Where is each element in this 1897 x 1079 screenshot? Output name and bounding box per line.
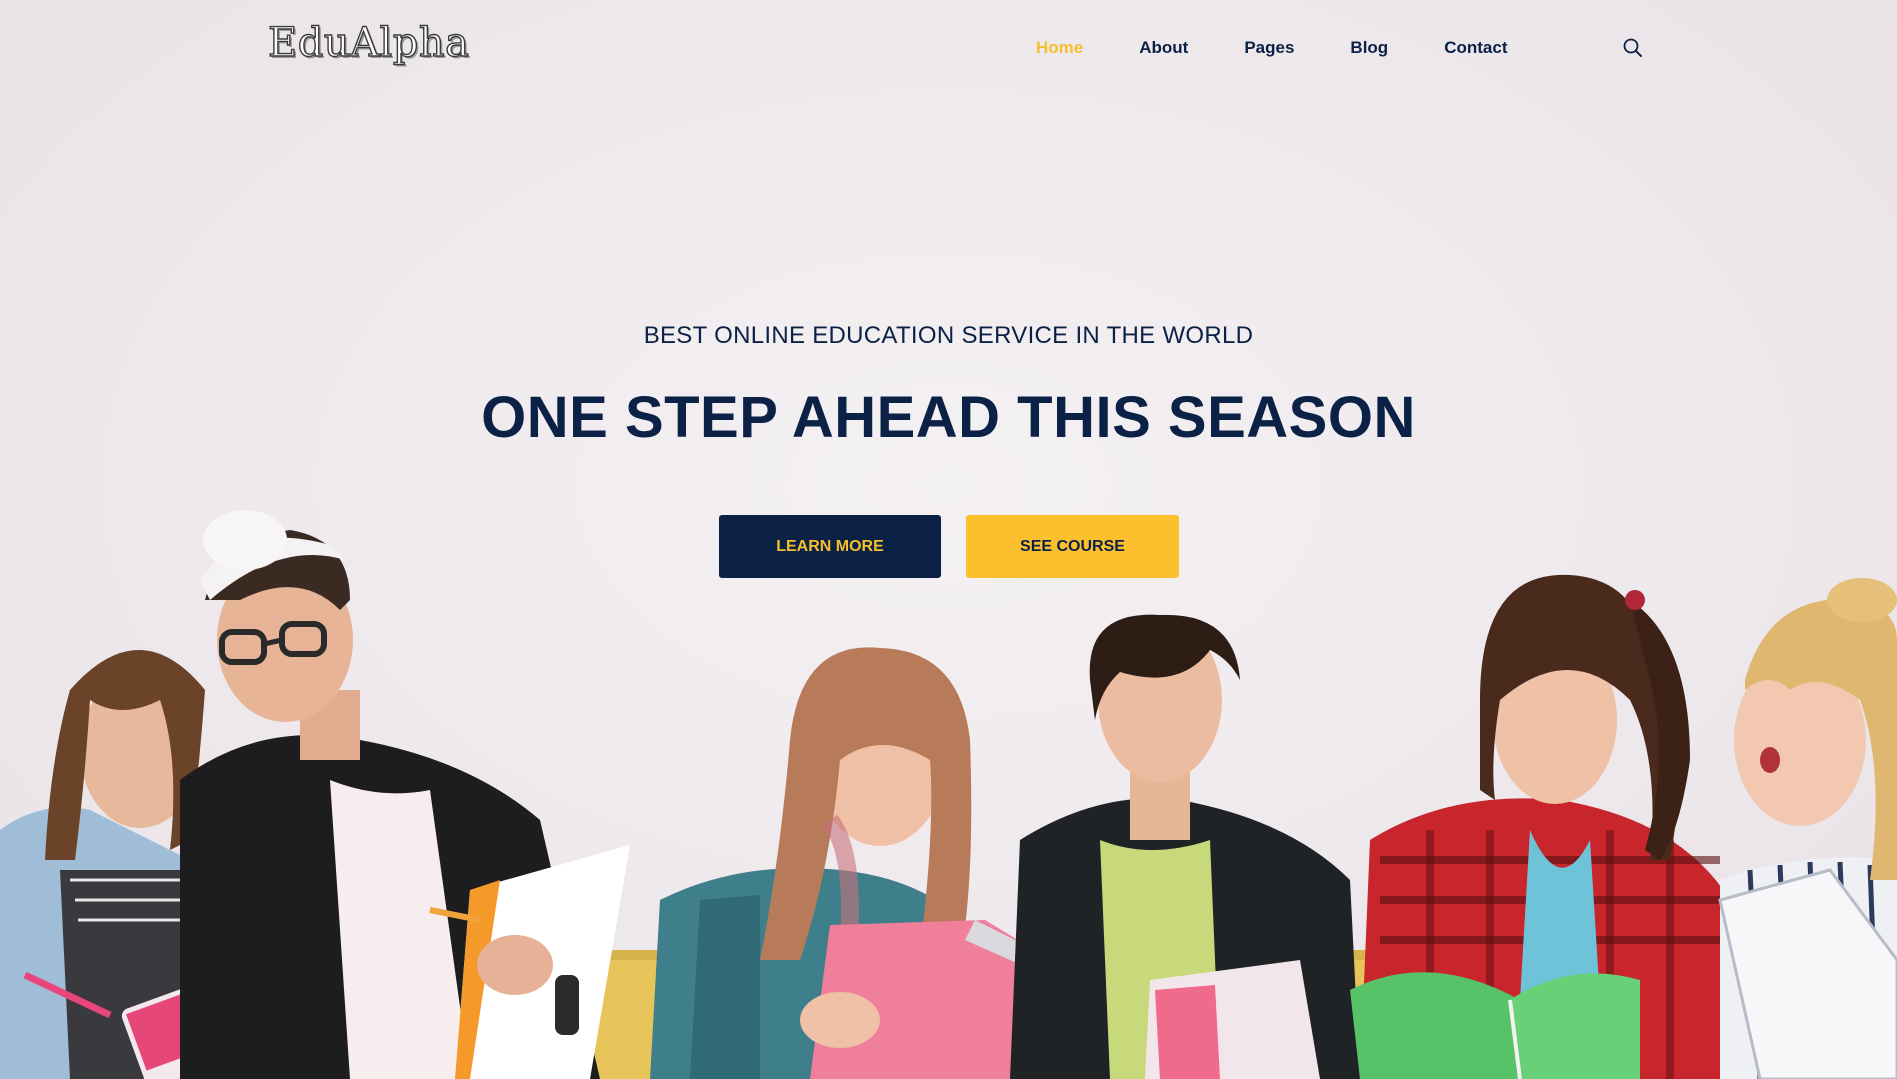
site-logo[interactable]: EduAlpha — [267, 19, 469, 66]
hero-subtitle: BEST ONLINE EDUCATION SERVICE IN THE WOR… — [643, 322, 1254, 349]
nav-item-blog[interactable]: Blog — [1350, 38, 1388, 58]
hero-students-image — [0, 510, 1897, 1079]
nav-item-pages[interactable]: Pages — [1244, 38, 1294, 58]
nav-item-about[interactable]: About — [1139, 38, 1188, 58]
nav-item-contact[interactable]: Contact — [1444, 38, 1507, 58]
main-nav: Home About Pages Blog Contact — [1036, 38, 1563, 58]
nav-item-home[interactable]: Home — [1036, 38, 1083, 58]
search-icon[interactable] — [1622, 37, 1644, 59]
learn-more-button[interactable]: LEARN MORE — [719, 515, 941, 578]
see-course-button[interactable]: SEE COURSE — [966, 515, 1179, 578]
hero-title: ONE STEP AHEAD THIS SEASON — [481, 385, 1416, 450]
hero-section: EduAlpha Home About Pages Blog Contact B… — [0, 0, 1897, 1079]
